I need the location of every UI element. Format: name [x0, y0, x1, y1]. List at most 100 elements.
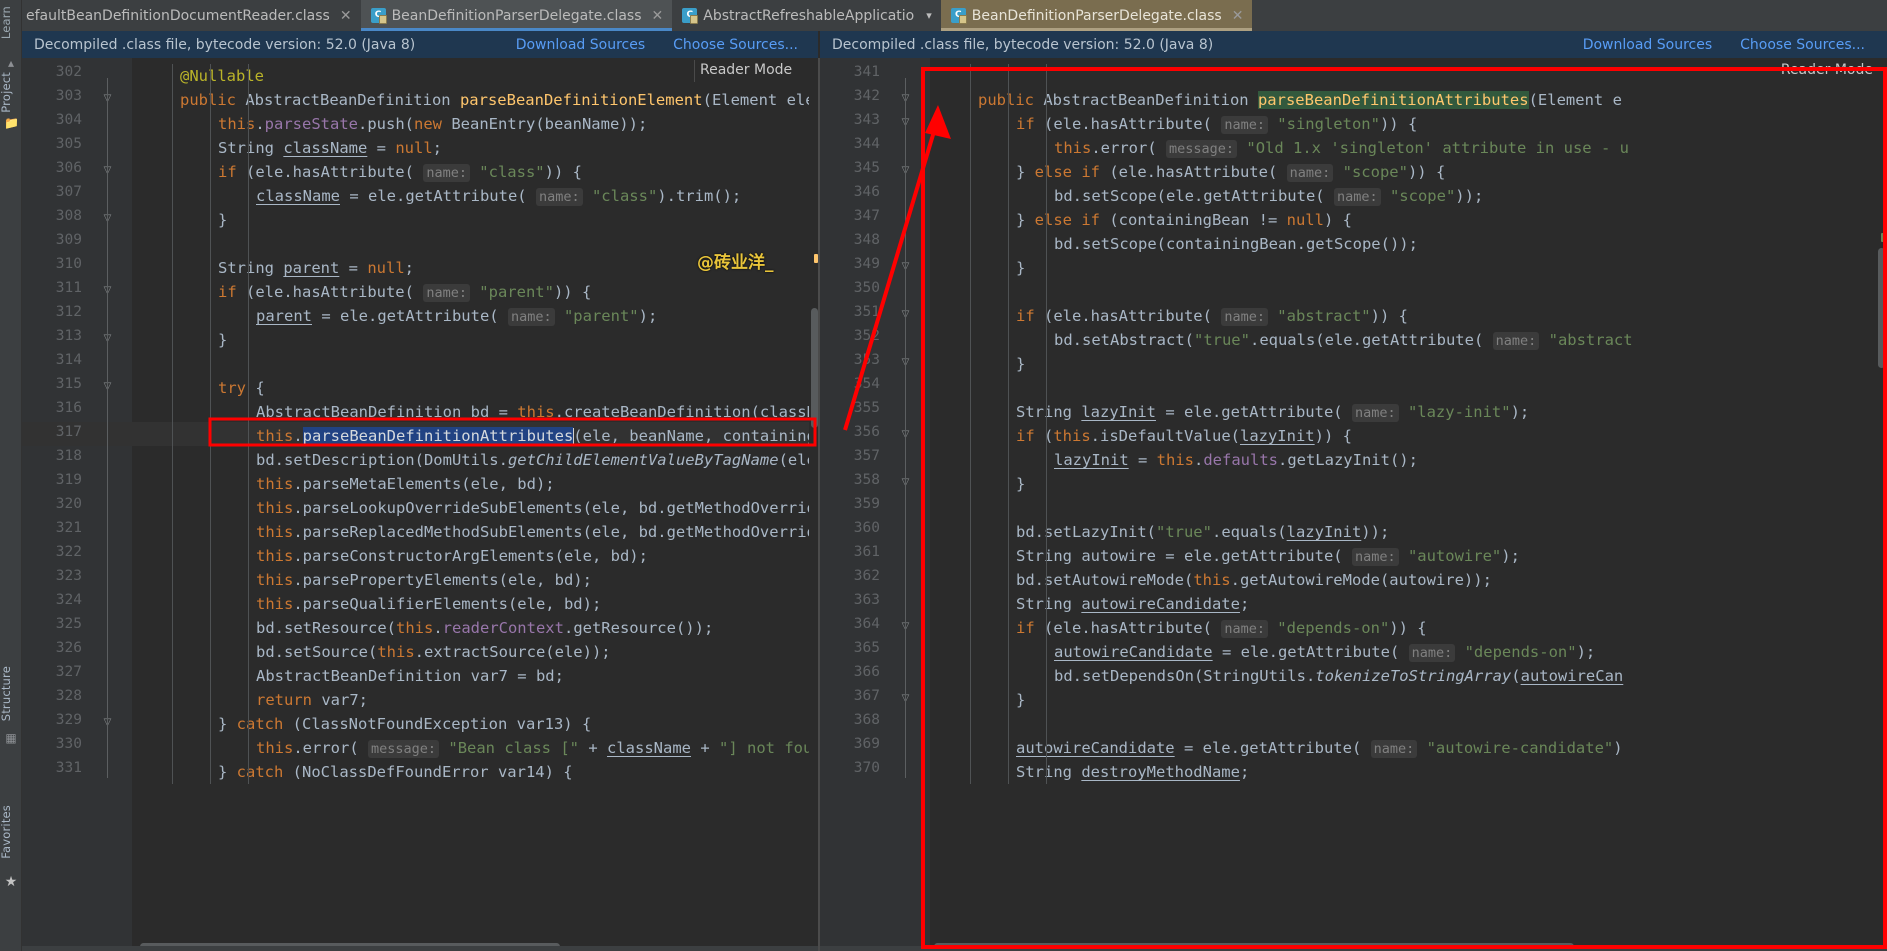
- code-line[interactable]: }: [132, 208, 227, 232]
- code-line[interactable]: String autowire = ele.getAttribute( name…: [930, 544, 1520, 568]
- gutter-right[interactable]: 341342▽343▽344345▽346347348349▽350351▽35…: [820, 58, 930, 951]
- code-line[interactable]: bd.setSource(this.extractSource(ele));: [132, 640, 611, 664]
- reader-mode-label-right[interactable]: Reader Mode: [1781, 62, 1873, 78]
- code-line[interactable]: AbstractBeanDefinition bd = this.createB…: [132, 400, 820, 424]
- code-line[interactable]: AbstractBeanDefinition var7 = bd;: [132, 664, 564, 688]
- code-line[interactable]: this.parseBeanDefinitionAttributes(ele, …: [132, 424, 820, 448]
- code-token: if: [1016, 427, 1044, 445]
- scrollbar-thumb[interactable]: [811, 308, 818, 428]
- close-icon[interactable]: ✕: [1232, 9, 1244, 23]
- code-line[interactable]: this.error( message: "Bean class [" + cl…: [132, 736, 820, 760]
- code-line[interactable]: this.error( message: "Old 1.x 'singleton…: [930, 136, 1629, 160]
- toolwindow-structure[interactable]: Structure: [0, 666, 21, 721]
- code-line[interactable]: String autowireCandidate;: [930, 592, 1249, 616]
- code-line[interactable]: try {: [132, 376, 265, 400]
- reader-mode-label-left[interactable]: Reader Mode: [700, 62, 792, 78]
- code-line[interactable]: bd.setResource(this.readerContext.getRes…: [132, 616, 713, 640]
- editor-tab-0[interactable]: efaultBeanDefinitionDocumentReader.class…: [22, 0, 361, 31]
- close-icon[interactable]: ✕: [652, 9, 664, 23]
- code-line[interactable]: bd.setDescription(DomUtils.getChildEleme…: [132, 448, 820, 472]
- code-token: )) {: [1389, 619, 1427, 637]
- code-line[interactable]: this.parseQualifierElements(ele, bd);: [132, 592, 601, 616]
- code-line[interactable]: [930, 712, 940, 736]
- code-line[interactable]: this.parseReplacedMethodSubElements(ele,…: [132, 520, 820, 544]
- error-stripe-mark[interactable]: [1881, 233, 1885, 242]
- code-line[interactable]: bd.setScope(ele.getAttribute( name: "sco…: [930, 184, 1483, 208]
- code-line[interactable]: public AbstractBeanDefinition parseBeanD…: [930, 88, 1622, 112]
- code-line[interactable]: bd.setAbstract("true".equals(ele.getAttr…: [930, 328, 1633, 352]
- code-line[interactable]: autowireCandidate = ele.getAttribute( na…: [930, 640, 1595, 664]
- toolwindow-learn[interactable]: Learn: [0, 6, 21, 39]
- code-line[interactable]: bd.setScope(containingBean.getScope());: [930, 232, 1418, 256]
- code-line[interactable]: }: [930, 688, 1025, 712]
- code-line[interactable]: [930, 496, 940, 520]
- code-area-right[interactable]: public AbstractBeanDefinition parseBeanD…: [930, 58, 1887, 951]
- editor-tab-3[interactable]: C BeanDefinitionParserDelegate.class ✕: [940, 0, 1253, 31]
- parameter-hint-chip: name:: [1333, 188, 1381, 206]
- code-line[interactable]: if (ele.hasAttribute( name: "singleton")…: [930, 112, 1417, 136]
- download-sources-link[interactable]: Download Sources: [1583, 37, 1712, 53]
- code-line[interactable]: if (ele.hasAttribute( name: "depends-on"…: [930, 616, 1427, 640]
- download-sources-link[interactable]: Download Sources: [516, 37, 645, 53]
- code-line[interactable]: className = ele.getAttribute( name: "cla…: [132, 184, 741, 208]
- line-number: 323: [55, 568, 82, 584]
- toolwindow-favorites[interactable]: Favorites: [0, 805, 21, 859]
- code-line[interactable]: [930, 280, 940, 304]
- code-line[interactable]: }: [930, 256, 1025, 280]
- editor-left[interactable]: 302303▽304305306▽307308▽309310311▽312313…: [22, 58, 820, 951]
- code-line[interactable]: String destroyMethodName;: [930, 760, 1249, 784]
- line-number: 366: [853, 664, 880, 680]
- search-highlight-text: parseBeanDefinitionAttributes: [1257, 91, 1529, 109]
- editor-tab-1[interactable]: C BeanDefinitionParserDelegate.class ✕: [360, 0, 673, 31]
- code-line[interactable]: public AbstractBeanDefinition parseBeanD…: [132, 88, 820, 112]
- line-number: 357: [853, 448, 880, 464]
- code-line[interactable]: }: [132, 328, 227, 352]
- code-line[interactable]: if (ele.hasAttribute( name: "abstract"))…: [930, 304, 1408, 328]
- line-number: 354: [853, 376, 880, 392]
- code-line[interactable]: autowireCandidate = ele.getAttribute( na…: [930, 736, 1623, 760]
- code-line[interactable]: [132, 352, 142, 376]
- line-number: 363: [853, 592, 880, 608]
- code-line[interactable]: } else if (containingBean != null) {: [930, 208, 1352, 232]
- code-token: this: [1156, 451, 1194, 469]
- code-line[interactable]: this.parseLookupOverrideSubElements(ele,…: [132, 496, 820, 520]
- code-line[interactable]: String parent = null;: [132, 256, 414, 280]
- editor-tab-2[interactable]: C AbstractRefreshableApplicatio ▾: [672, 0, 941, 31]
- editor-split-divider[interactable]: [818, 58, 820, 951]
- choose-sources-link[interactable]: Choose Sources...: [1740, 37, 1865, 53]
- code-line[interactable]: bd.setAutowireMode(this.getAutowireMode(…: [930, 568, 1492, 592]
- code-line[interactable]: }: [930, 352, 1025, 376]
- toolwindow-project[interactable]: Project: [0, 72, 21, 113]
- code-area-left[interactable]: @Nullable public AbstractBeanDefinition p…: [132, 58, 820, 951]
- code-line[interactable]: }: [930, 472, 1025, 496]
- code-line[interactable]: } catch (ClassNotFoundException var13) {: [132, 712, 591, 736]
- code-line[interactable]: String lazyInit = ele.getAttribute( name…: [930, 400, 1529, 424]
- chevron-down-icon[interactable]: ▾: [926, 9, 932, 22]
- editor-right[interactable]: 341342▽343▽344345▽346347348349▽350351▽35…: [820, 58, 1887, 951]
- choose-sources-link[interactable]: Choose Sources...: [673, 37, 798, 53]
- code-line[interactable]: lazyInit = this.defaults.getLazyInit();: [930, 448, 1418, 472]
- code-line[interactable]: return var7;: [132, 688, 368, 712]
- code-line[interactable]: [930, 64, 940, 88]
- code-line[interactable]: } catch (NoClassDefFoundError var14) {: [132, 760, 573, 784]
- code-line[interactable]: this.parsePropertyElements(ele, bd);: [132, 568, 592, 592]
- close-icon[interactable]: ✕: [340, 9, 352, 23]
- code-line[interactable]: String className = null;: [132, 136, 442, 160]
- code-line[interactable]: if (ele.hasAttribute( name: "parent")) {: [132, 280, 591, 304]
- scrollbar-thumb[interactable]: [1878, 248, 1885, 368]
- line-number: 313: [55, 328, 82, 344]
- code-line[interactable]: bd.setDependsOn(StringUtils.tokenizeToSt…: [930, 664, 1623, 688]
- vertical-scrollbar-right[interactable]: [1876, 58, 1887, 951]
- code-line[interactable]: [132, 232, 142, 256]
- code-line[interactable]: if (ele.hasAttribute( name: "class")) {: [132, 160, 582, 184]
- code-line[interactable]: [930, 376, 940, 400]
- code-line[interactable]: bd.setLazyInit("true".equals(lazyInit));: [930, 520, 1389, 544]
- code-line[interactable]: if (this.isDefaultValue(lazyInit)) {: [930, 424, 1352, 448]
- gutter-left[interactable]: 302303▽304305306▽307308▽309310311▽312313…: [22, 58, 132, 951]
- code-token: autowireCandidate: [1081, 595, 1240, 613]
- code-line[interactable]: this.parseMetaElements(ele, bd);: [132, 472, 555, 496]
- code-line[interactable]: @Nullable: [132, 64, 264, 88]
